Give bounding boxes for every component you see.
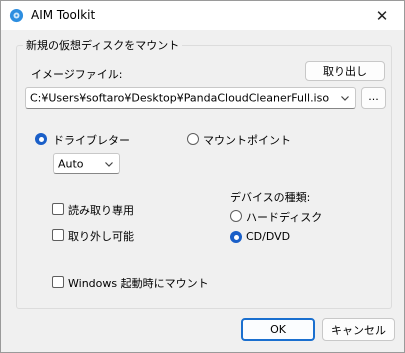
drive-letter-combobox[interactable]: Auto: [53, 153, 120, 174]
eject-button-label: 取り出し: [323, 65, 367, 78]
dialog-window: AIM Toolkit ✕ 新規の仮想ディスクをマウント イメージファイル: 取…: [0, 0, 405, 353]
cancel-button[interactable]: キャンセル: [322, 318, 395, 341]
mount-on-startup-checkbox[interactable]: [52, 276, 64, 288]
ok-button-label: OK: [270, 323, 286, 336]
image-path-combobox[interactable]: C:¥Users¥softaro¥Desktop¥PandaCloudClean…: [25, 87, 356, 109]
read-only-checkbox[interactable]: [52, 203, 64, 215]
mount-groupbox: [16, 45, 392, 309]
mount-on-startup-label: Windows 起動時にマウント: [68, 277, 209, 290]
chevron-down-icon[interactable]: [103, 158, 115, 170]
drive-letter-value: Auto: [58, 157, 84, 170]
read-only-label: 読み取り専用: [68, 204, 134, 217]
close-button[interactable]: ✕: [360, 1, 404, 30]
group-title: 新規の仮想ディスクをマウント: [23, 37, 183, 53]
mount-point-label: マウントポイント: [203, 134, 291, 147]
ok-button[interactable]: OK: [241, 318, 315, 341]
removable-checkbox[interactable]: [52, 229, 64, 241]
cancel-button-label: キャンセル: [331, 323, 386, 337]
window-title: AIM Toolkit: [31, 8, 96, 22]
cd-dvd-label: CD/DVD: [246, 230, 291, 243]
app-icon: [9, 8, 24, 23]
hard-disk-radio[interactable]: [230, 210, 242, 222]
removable-label: 取り外し可能: [68, 230, 134, 243]
chevron-down-icon[interactable]: [339, 92, 351, 104]
title-bar[interactable]: AIM Toolkit ✕: [1, 1, 404, 30]
cd-dvd-radio[interactable]: [230, 231, 242, 243]
device-type-label: デバイスの種類:: [230, 191, 311, 204]
mount-point-radio[interactable]: [187, 133, 199, 145]
hard-disk-label: ハードディスク: [246, 211, 323, 224]
image-file-label: イメージファイル:: [31, 68, 123, 81]
drive-letter-label: ドライブレター: [53, 134, 130, 147]
close-icon: ✕: [375, 6, 389, 25]
eject-button[interactable]: 取り出し: [305, 61, 385, 81]
browse-button[interactable]: ...: [361, 87, 386, 109]
browse-button-label: ...: [368, 89, 379, 103]
drive-letter-radio[interactable]: [35, 133, 47, 145]
image-path-value: C:¥Users¥softaro¥Desktop¥PandaCloudClean…: [30, 91, 330, 105]
